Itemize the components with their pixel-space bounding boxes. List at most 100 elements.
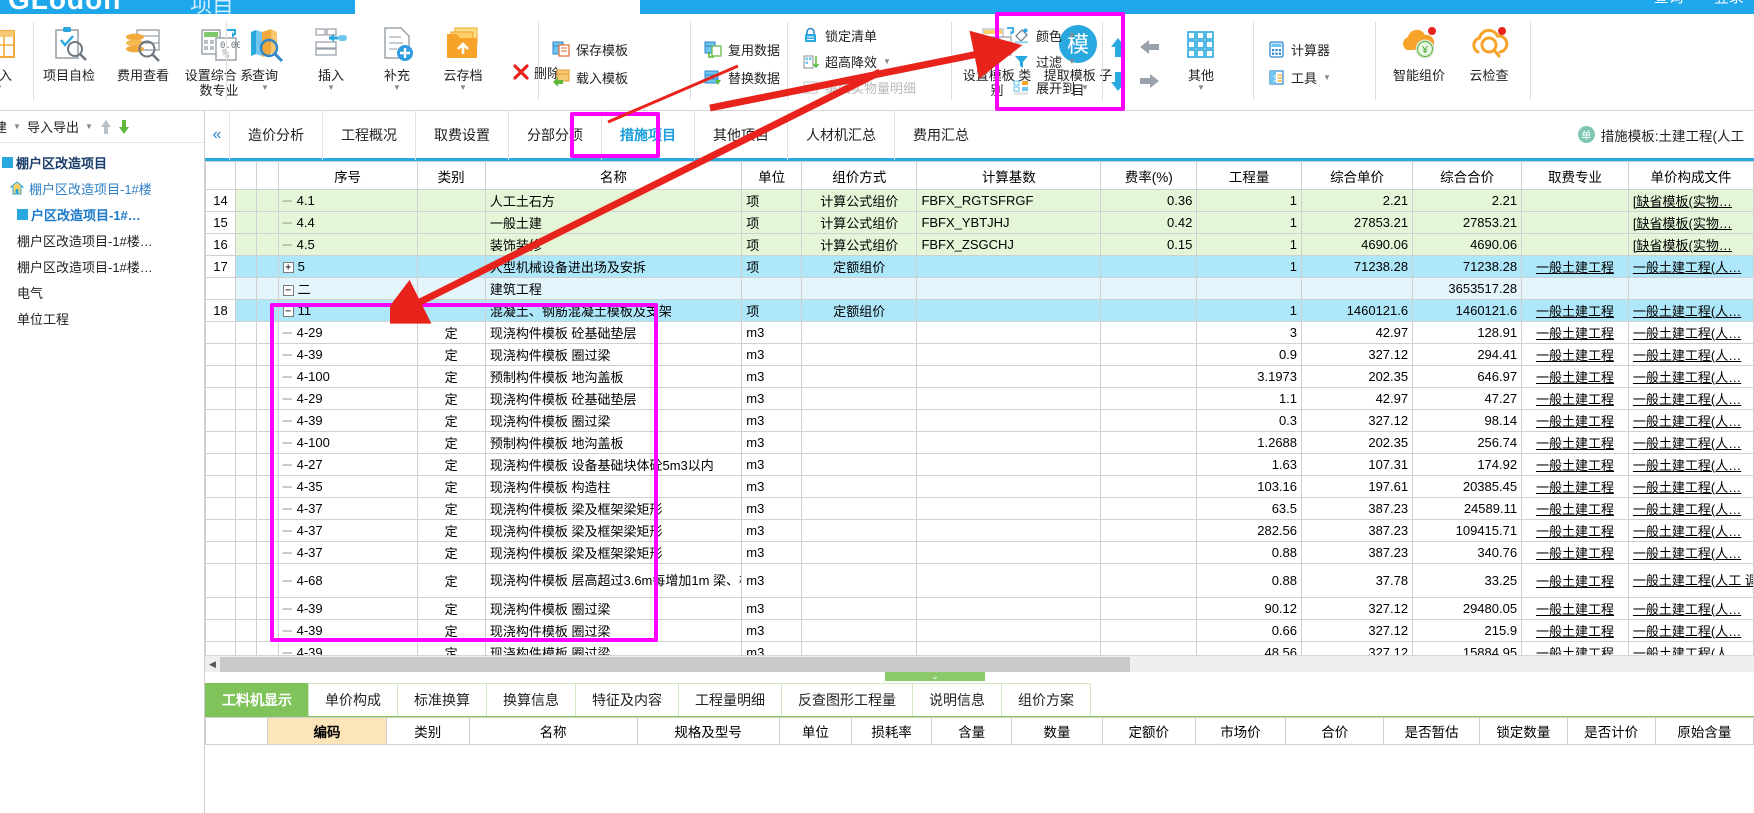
cell-quantity[interactable] (1196, 277, 1303, 300)
reuse-data-button[interactable]: 复用数据 (697, 35, 786, 63)
cell-rate[interactable] (1100, 541, 1198, 564)
detail-header-quota-price[interactable]: 定额价 (1101, 717, 1196, 745)
cloud-archive-button[interactable]: 云存档 ▼ (430, 16, 496, 106)
cell-profession[interactable]: 一般土建工程 (1521, 365, 1629, 388)
cell-unit-price[interactable]: 327.12 (1301, 619, 1414, 642)
btab-unit-price-composition[interactable]: 单价构成 (308, 683, 398, 716)
cell-calc-basis[interactable] (916, 409, 1102, 432)
cell-tree-gutter-1[interactable] (234, 619, 258, 642)
cell-row-number[interactable] (205, 475, 236, 498)
save-template-button[interactable]: 保存模板 (545, 35, 634, 63)
cell-unit[interactable]: m3 (741, 321, 803, 344)
cell-tree-gutter-2[interactable] (256, 497, 279, 520)
cell-price-mode[interactable] (801, 519, 918, 542)
cell-sequence[interactable]: ─ 4.1 (277, 189, 418, 212)
table-row[interactable]: ─ 4-39 定现浇构件模板 圈过梁 m3 48.56 327.12 15884.95 一般土… (205, 641, 1754, 655)
cell-rate[interactable] (1100, 619, 1198, 642)
cell-profession[interactable]: 一般土建工程 (1521, 387, 1629, 410)
cell-profession[interactable]: 一般土建工程 (1521, 409, 1629, 432)
cell-calc-basis[interactable] (916, 255, 1102, 278)
chevron-down-icon[interactable]: ▼ (393, 84, 401, 92)
cell-sequence[interactable]: ─ 4-29 (277, 387, 418, 410)
table-row[interactable]: ─ 4-100 定预制构件模板 地沟盖板 m3 3.1973 202.35 646.97 一般… (205, 365, 1754, 388)
chevron-down-icon[interactable]: ▼ (327, 84, 335, 92)
cell-rate[interactable]: 0.42 (1100, 211, 1198, 234)
header-total-price[interactable]: 综合合价 (1412, 161, 1523, 190)
cell-quantity[interactable]: 0.9 (1196, 343, 1303, 366)
cell-price-file[interactable]: [缺省模板(实物… (1627, 233, 1754, 256)
cell-unit-price[interactable]: 42.97 (1301, 387, 1414, 410)
cell-unit-price[interactable]: 387.23 (1301, 541, 1414, 564)
cell-unit-price[interactable]: 327.12 (1301, 641, 1414, 655)
cell-tree-gutter-1[interactable] (234, 255, 258, 278)
cell-rate[interactable] (1100, 453, 1198, 476)
cell-row-number[interactable] (205, 387, 236, 410)
table-row[interactable]: ─ 4-100 定预制构件模板 地沟盖板 m3 1.2688 202.35 256.74 一般… (205, 431, 1754, 454)
cell-unit[interactable]: m3 (741, 343, 803, 366)
cell-price-file[interactable] (1627, 277, 1754, 300)
smart-pricing-button[interactable]: ¥ 智能组价 (1382, 16, 1456, 106)
titlebar-search-label[interactable]: 查询 (1654, 0, 1684, 6)
cell-sequence[interactable]: ─ 4-39 (277, 343, 418, 366)
cell-tree-gutter-1[interactable] (234, 233, 258, 256)
cell-rate[interactable] (1100, 365, 1198, 388)
cell-tree-gutter-2[interactable] (256, 321, 279, 344)
cell-tree-gutter-2[interactable] (256, 541, 279, 564)
supplement-button[interactable]: 补充 ▼ (364, 16, 430, 106)
cell-profession[interactable]: 一般土建工程 (1521, 321, 1629, 344)
cell-total-price[interactable]: 4690.06 (1412, 233, 1523, 256)
cell-category[interactable] (416, 189, 486, 212)
header-calc-basis[interactable]: 计算基数 (916, 161, 1102, 190)
cell-price-file[interactable]: 一般土建工程(人… (1627, 343, 1754, 366)
cell-price-mode[interactable] (801, 321, 918, 344)
cell-unit[interactable]: m3 (741, 541, 803, 564)
cell-row-number[interactable] (205, 497, 236, 520)
cell-price-file[interactable]: 一般土建工程(人… (1627, 641, 1754, 655)
btab-quantity-detail[interactable]: 工程量明细 (678, 683, 782, 716)
cell-total-price[interactable]: 109415.71 (1412, 519, 1523, 542)
btab-material-display[interactable]: 工料机显示 (205, 683, 309, 716)
table-row[interactable]: ─ 4-68 定现浇构件模板 层高超过3.6m每增加1m 梁、板 m3 0.88 37.7… (205, 563, 1754, 598)
table-row[interactable]: ─ 4-39 定现浇构件模板 圈过梁 m3 90.12 327.12 29480.05 一般土… (205, 597, 1754, 620)
cell-calc-basis[interactable]: FBFX_ZSGCHJ (916, 233, 1102, 256)
chevron-down-icon[interactable]: ▼ (1197, 84, 1205, 92)
cell-profession[interactable] (1521, 277, 1629, 300)
chevron-down-icon[interactable]: ▼ (1068, 57, 1076, 66)
expand-to-button[interactable]: 展开到 ▼ (1005, 74, 1095, 100)
cell-rate[interactable] (1100, 475, 1198, 498)
cell-tree-gutter-2[interactable] (256, 387, 279, 410)
cell-sequence[interactable]: ─ 4.5 (277, 233, 418, 256)
cell-unit-price[interactable] (1301, 277, 1414, 300)
chevron-down-icon[interactable]: ▼ (261, 84, 269, 92)
cell-tree-gutter-1[interactable] (234, 453, 258, 476)
cell-calc-basis[interactable] (916, 519, 1102, 542)
cell-price-mode[interactable] (801, 343, 918, 366)
cell-quantity[interactable]: 90.12 (1196, 597, 1303, 620)
chevron-down-icon[interactable]: ▼ (85, 122, 93, 131)
cell-name[interactable]: 现浇构件模板 梁及框架梁矩形 (484, 541, 743, 564)
detail-header-is-priced[interactable]: 是否计价 (1566, 717, 1656, 745)
new-project-button[interactable]: 建 (0, 117, 7, 136)
cell-name[interactable]: 现浇构件模板 砼基础垫层 (484, 321, 743, 344)
cloud-check-button[interactable]: 云检查 (1456, 16, 1522, 106)
cell-quantity[interactable]: 0.88 (1196, 563, 1303, 598)
cell-profession[interactable]: 一般土建工程 (1521, 519, 1629, 542)
cell-unit-price[interactable]: 4690.06 (1301, 233, 1414, 256)
cell-unit[interactable]: m3 (741, 475, 803, 498)
table-row[interactable]: − 二 建筑工程 3653517.28 (205, 277, 1754, 300)
cell-sequence[interactable]: −11 (277, 299, 418, 322)
table-row[interactable]: ─ 4-39 定现浇构件模板 圈过梁 m3 0.3 327.12 98.14 一般土建工程 一般… (205, 409, 1754, 432)
cell-unit[interactable]: 项 (741, 299, 803, 322)
cell-category[interactable] (416, 233, 486, 256)
cell-rate[interactable]: 0.15 (1100, 233, 1198, 256)
cell-category[interactable]: 定 (416, 475, 486, 498)
cell-name[interactable]: 现浇构件模板 层高超过3.6m每增加1m 梁、板 (484, 563, 743, 598)
cell-calc-basis[interactable]: FBFX_YBTJHJ (916, 211, 1102, 234)
cell-quantity[interactable]: 3.1973 (1196, 365, 1303, 388)
fee-view-button[interactable]: 费用查看 (106, 16, 180, 106)
cell-tree-gutter-2[interactable] (256, 409, 279, 432)
cell-tree-gutter-2[interactable] (256, 299, 279, 322)
btab-feature-content[interactable]: 特征及内容 (575, 683, 679, 716)
cell-quantity[interactable]: 1 (1196, 299, 1303, 322)
tab-fee-summary[interactable]: 费用汇总 (894, 109, 987, 160)
